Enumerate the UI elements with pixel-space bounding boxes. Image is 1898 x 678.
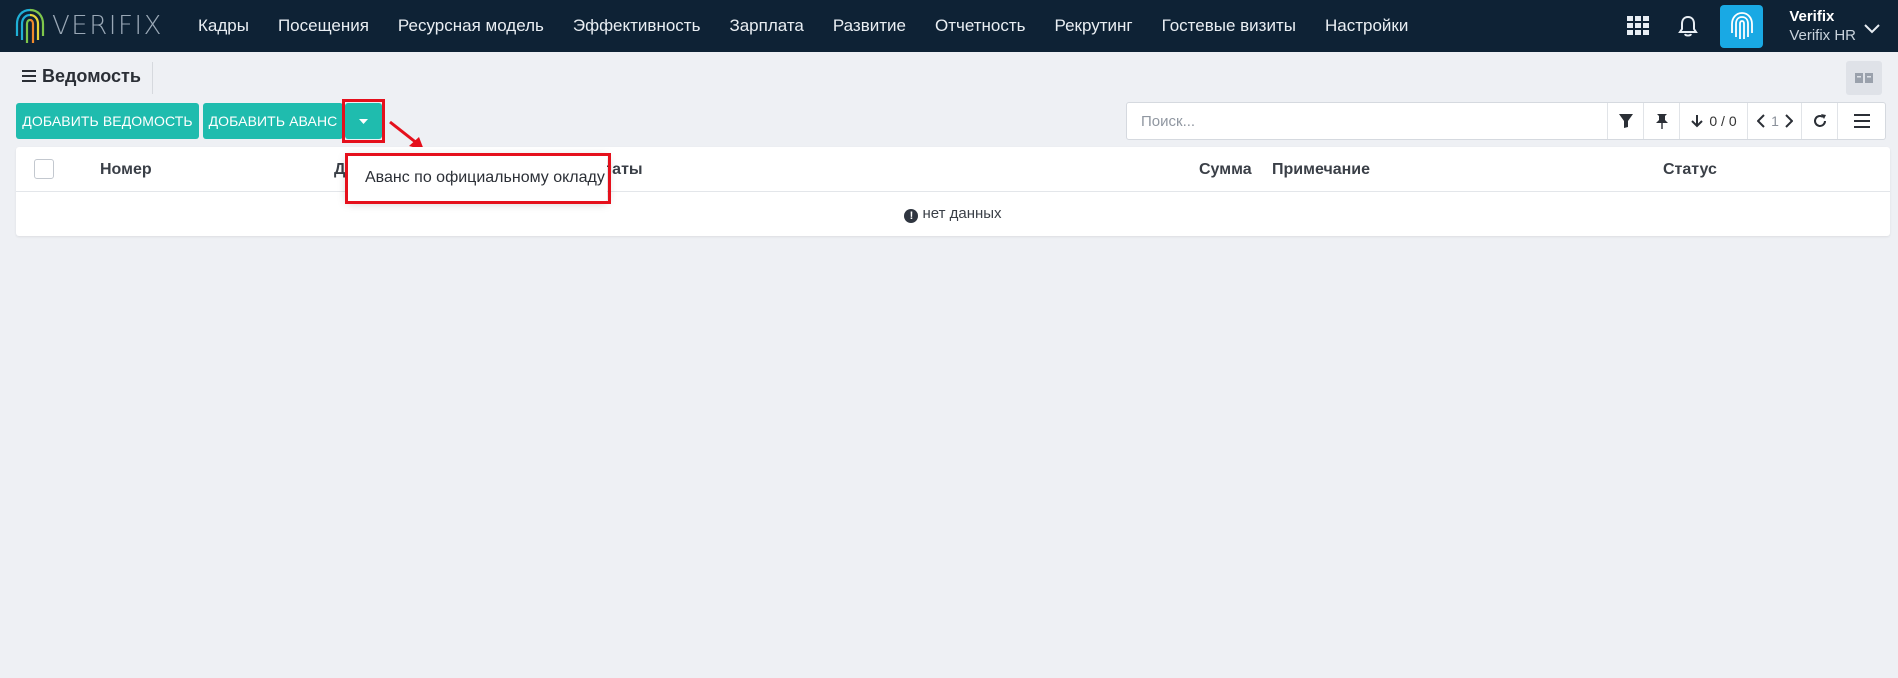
list-icon[interactable] (1837, 103, 1886, 139)
empty-state: ! нет данных (16, 205, 1890, 223)
fingerprint-icon[interactable] (1720, 4, 1764, 48)
search-input[interactable] (1127, 104, 1625, 138)
column-header-number[interactable]: Номер (100, 161, 152, 179)
logo-text: VERIFIX (52, 11, 163, 41)
caret-down-icon (359, 118, 368, 124)
column-header-status[interactable]: Статус (1663, 161, 1717, 179)
top-right-controls: Verifix Verifix HR (1626, 0, 1898, 52)
filter-icon[interactable] (1607, 103, 1644, 139)
add-statement-button[interactable]: ДОБАВИТЬ ВЕДОМОСТЬ (16, 103, 199, 139)
nav-item-reports[interactable]: Отчетность (935, 16, 1026, 36)
hamburger-icon[interactable] (22, 66, 36, 87)
statements-table: Номер Д латы Сумма Примечание Статус ! не… (16, 147, 1890, 236)
logo-fingerprint-icon (15, 8, 45, 43)
pin-icon[interactable] (1643, 103, 1680, 139)
table-header: Номер Д латы Сумма Примечание Статус (16, 147, 1890, 192)
chevron-left-icon[interactable] (1757, 114, 1765, 128)
nav-item-development[interactable]: Развитие (833, 16, 906, 36)
page-title: Ведомость (22, 66, 141, 87)
nav-item-settings[interactable]: Настройки (1325, 16, 1408, 36)
column-header-amount[interactable]: Сумма (1199, 161, 1252, 179)
apps-grid-icon[interactable] (1626, 14, 1650, 38)
page-title-text: Ведомость (42, 66, 141, 86)
page-number: 1 (1771, 113, 1779, 129)
sort-control[interactable]: 0 / 0 (1679, 103, 1748, 139)
bell-icon[interactable] (1676, 14, 1700, 38)
chevron-right-icon[interactable] (1785, 114, 1793, 128)
nav-item-efficiency[interactable]: Эффективность (573, 16, 701, 36)
nav-item-resource-model[interactable]: Ресурсная модель (398, 16, 544, 36)
title-divider (152, 62, 153, 94)
add-advance-dropdown-toggle[interactable] (345, 103, 382, 139)
user-menu[interactable]: Verifix Verifix HR (1789, 7, 1856, 45)
nav-item-salary[interactable]: Зарплата (729, 16, 803, 36)
top-navbar: VERIFIX Кадры Посещения Ресурсная модель… (0, 0, 1898, 52)
empty-state-text: нет данных (922, 205, 1002, 222)
nav-item-recruiting[interactable]: Рекрутинг (1055, 16, 1133, 36)
refresh-icon[interactable] (1801, 103, 1838, 139)
add-advance-button[interactable]: ДОБАВИТЬ АВАНС (203, 103, 343, 139)
user-org: Verifix HR (1789, 27, 1856, 44)
record-count: 0 / 0 (1709, 113, 1737, 129)
nav-item-attendance[interactable]: Посещения (278, 16, 369, 36)
user-name: Verifix (1789, 8, 1835, 25)
view-toggle-icon[interactable] (1846, 61, 1882, 95)
column-header-note[interactable]: Примечание (1272, 161, 1370, 179)
chevron-down-icon[interactable] (1860, 17, 1884, 41)
select-all-checkbox[interactable] (34, 159, 54, 179)
logo[interactable]: VERIFIX (14, 6, 184, 46)
dropdown-item-official-salary-advance[interactable]: Аванс по официальному окладу (347, 155, 607, 201)
sort-down-icon (1691, 115, 1704, 128)
search-toolbar: 0 / 0 1 (1126, 102, 1886, 140)
nav-item-guest-visits[interactable]: Гостевые визиты (1162, 16, 1296, 36)
exclamation-icon: ! (904, 209, 919, 223)
advance-dropdown-menu: Аванс по официальному окладу (347, 155, 607, 201)
pager: 1 (1747, 103, 1802, 139)
column-header-payment[interactable]: латы (602, 161, 643, 179)
nav-item-kadry[interactable]: Кадры (198, 16, 249, 36)
column-header-date[interactable]: Д (334, 161, 345, 179)
main-nav: Кадры Посещения Ресурсная модель Эффекти… (198, 16, 1437, 36)
